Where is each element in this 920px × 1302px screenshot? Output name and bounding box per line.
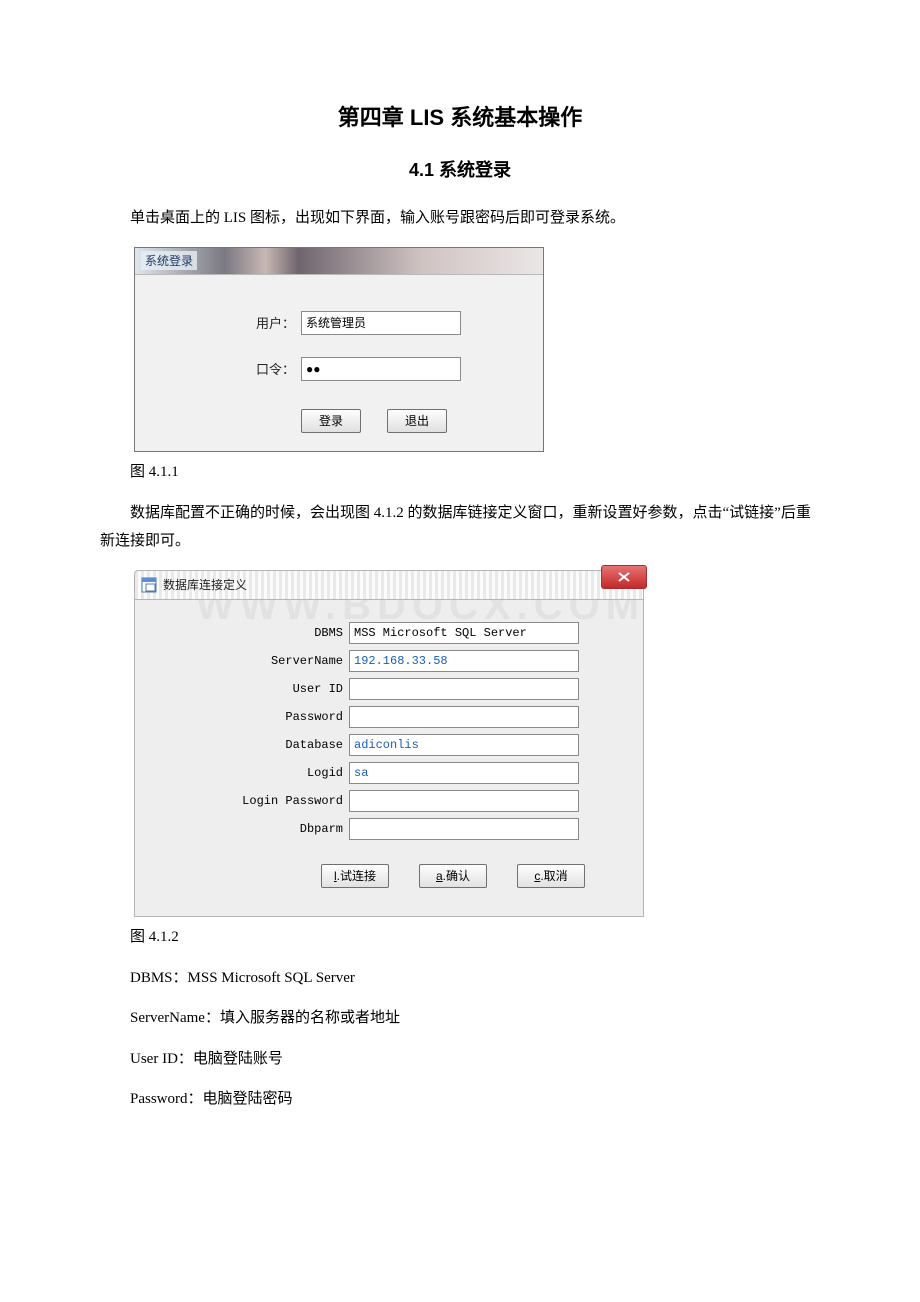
login-dialog: 系统登录 用户： 系统管理员 口令： ●● 登录 退出 (134, 247, 544, 452)
window-icon (141, 577, 157, 593)
db-logid-label: Logid (157, 766, 349, 780)
db-userid-input[interactable] (349, 678, 579, 700)
login-user-input[interactable]: 系统管理员 (301, 311, 461, 335)
section-title: 4.1 系统登录 (100, 156, 820, 182)
exit-button[interactable]: 退出 (387, 409, 447, 433)
login-pass-label: 口令： (175, 359, 301, 378)
db-titlebar-text: 数据库连接定义 (163, 576, 247, 593)
login-pass-input[interactable]: ●● (301, 357, 461, 381)
db-server-input[interactable]: 192.168.33.58 (349, 650, 579, 672)
db-dbms-input[interactable]: MSS Microsoft SQL Server (349, 622, 579, 644)
login-button[interactable]: 登录 (301, 409, 361, 433)
figure-label-2: 图 4.1.2 (100, 925, 820, 946)
db-dbparm-label: Dbparm (157, 822, 349, 836)
paragraph-dbconfig: 数据库配置不正确的时候，会出现图 4.1.2 的数据库链接定义窗口，重新设置好参… (100, 499, 820, 556)
db-server-label: ServerName (157, 654, 349, 668)
desc-server: ServerName：填入服务器的名称或者地址 (100, 1004, 820, 1033)
db-dialog: 数据库连接定义 DBMS MSS Microsoft SQL Server Se… (134, 570, 644, 917)
confirm-button[interactable]: a.确认 (419, 864, 487, 888)
db-loginpw-input[interactable] (349, 790, 579, 812)
db-database-input[interactable]: adiconlis (349, 734, 579, 756)
login-titlebar: 系统登录 (135, 248, 543, 275)
login-user-label: 用户： (175, 313, 301, 332)
db-password-label: Password (157, 710, 349, 724)
db-titlebar: 数据库连接定义 (134, 570, 644, 600)
db-logid-input[interactable]: sa (349, 762, 579, 784)
figure-label-1: 图 4.1.1 (100, 460, 820, 481)
desc-userid: User ID：电脑登陆账号 (100, 1045, 820, 1074)
cancel-button[interactable]: c.取消 (517, 864, 585, 888)
desc-dbms: DBMS：MSS Microsoft SQL Server (100, 964, 820, 993)
close-button[interactable] (601, 565, 647, 589)
chapter-title: 第四章 LIS 系统基本操作 (100, 100, 820, 132)
db-dbms-label: DBMS (157, 626, 349, 640)
paragraph-intro: 单击桌面上的 LIS 图标，出现如下界面，输入账号跟密码后即可登录系统。 (100, 204, 820, 233)
db-dbparm-input[interactable] (349, 818, 579, 840)
test-connection-button[interactable]: l.试连接 (321, 864, 389, 888)
login-titlebar-text: 系统登录 (141, 251, 197, 270)
db-loginpw-label: Login Password (157, 794, 349, 808)
db-body: DBMS MSS Microsoft SQL Server ServerName… (134, 600, 644, 917)
login-body: 用户： 系统管理员 口令： ●● 登录 退出 (135, 275, 543, 451)
db-password-input[interactable] (349, 706, 579, 728)
db-database-label: Database (157, 738, 349, 752)
db-userid-label: User ID (157, 682, 349, 696)
desc-password: Password：电脑登陆密码 (100, 1085, 820, 1114)
